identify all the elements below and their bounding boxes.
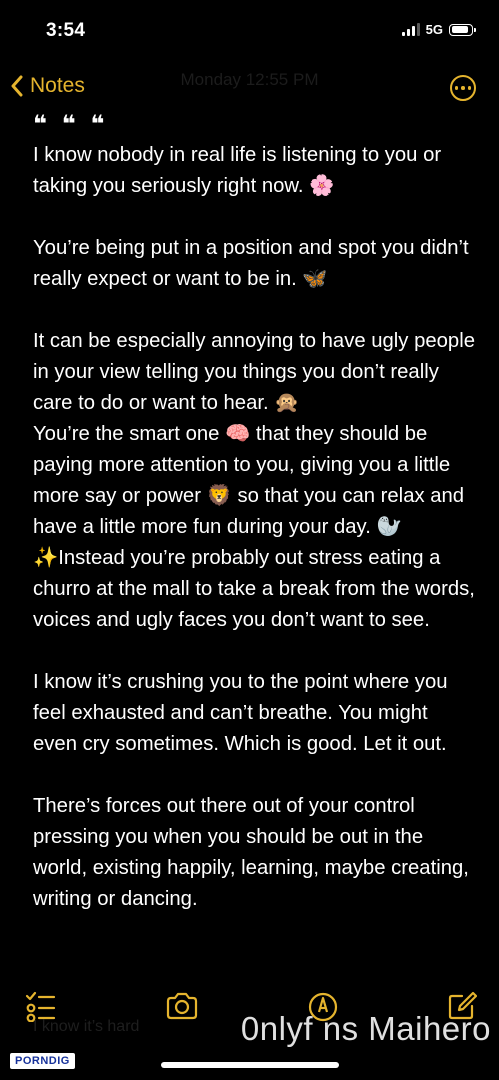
signal-icon — [401, 23, 420, 36]
nav-bar: Monday 12:55 PM Notes — [0, 64, 499, 112]
opening-quotes: ❝ ❝ ❝ — [33, 111, 109, 138]
note-paragraph: You’re being put in a position and spot … — [33, 237, 469, 290]
chevron-left-icon — [11, 75, 23, 97]
note-paragraph: There’s forces out there out of your con… — [33, 795, 469, 910]
status-bar: 3:54 5G — [0, 0, 499, 62]
status-icons: 5G — [401, 22, 476, 37]
camera-icon — [166, 992, 198, 1020]
checklist-icon — [25, 991, 56, 1023]
status-time: 3:54 — [46, 20, 86, 41]
back-button[interactable]: Notes — [10, 74, 85, 98]
more-icon-dot — [461, 86, 465, 90]
watermark-text: 0nlyf ns Maihero — [240, 1010, 491, 1047]
more-options-button[interactable] — [450, 75, 476, 101]
checklist-button[interactable] — [24, 990, 56, 1027]
camera-button[interactable] — [165, 990, 199, 1027]
more-icon-dot — [467, 86, 472, 90]
more-icon-dot — [454, 86, 459, 90]
network-label: 5G — [425, 22, 443, 37]
back-label: Notes — [30, 74, 85, 97]
note-paragraph: I know it’s crushing you to the point wh… — [33, 671, 448, 755]
battery-icon — [449, 23, 476, 36]
note-paragraph: It can be especially annoying to have ug… — [33, 330, 475, 631]
note-body[interactable]: ❝ ❝ ❝ I know nobody in real life is list… — [33, 110, 475, 974]
watermark-logo: PORNDIG — [10, 1053, 75, 1069]
note-paragraph: I know nobody in real life is listening … — [33, 144, 442, 197]
home-indicator[interactable] — [161, 1062, 339, 1068]
